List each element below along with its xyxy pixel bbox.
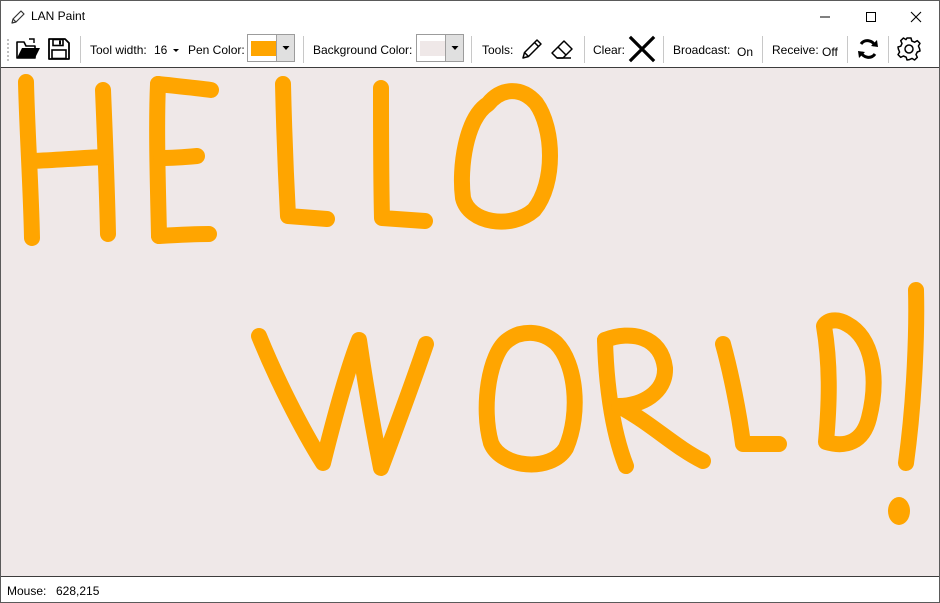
stroke-letter-o <box>453 83 558 230</box>
pencil-tool-button[interactable] <box>517 34 547 64</box>
stroke-exclamation <box>898 282 925 471</box>
refresh-button[interactable] <box>853 34 883 64</box>
stroke-letter-e <box>151 226 217 244</box>
receive-value: Off <box>822 44 838 59</box>
stroke-letter-e <box>150 76 219 98</box>
status-bar: Mouse: 628,215 <box>1 576 939 602</box>
mouse-label: Mouse: <box>7 584 47 598</box>
toolbar-separator <box>584 36 585 63</box>
toolbar-separator <box>847 36 848 63</box>
settings-button[interactable] <box>894 34 924 64</box>
stroke-letter-l <box>373 80 433 229</box>
pencil-app-icon <box>11 10 25 24</box>
maximize-icon <box>866 11 876 22</box>
background-color-swatch <box>420 41 446 56</box>
tool-width-value: 16 <box>154 42 168 57</box>
pen-color-dropdown-button[interactable] <box>276 35 294 61</box>
tool-width-dropdown[interactable]: 16 <box>154 32 181 67</box>
broadcast-value: On <box>737 44 754 59</box>
pen-color-swatch <box>251 41 277 56</box>
receive-label: Receive: <box>772 42 819 57</box>
drawing-canvas[interactable] <box>1 68 939 576</box>
open-button[interactable] <box>13 34 43 64</box>
pencil-icon <box>522 39 542 59</box>
toolbar-separator <box>80 36 81 63</box>
background-color-label: Background Color: <box>313 42 413 57</box>
stroke-exclamation-dot <box>888 497 910 525</box>
clear-label: Clear: <box>593 42 626 57</box>
save-icon <box>48 38 70 60</box>
clear-button[interactable] <box>627 34 657 64</box>
gear-icon <box>897 37 921 61</box>
x-icon <box>628 35 656 63</box>
stroke-letter-e <box>153 148 205 166</box>
eraser-tool-button[interactable] <box>547 34 577 64</box>
toolbar-grip[interactable] <box>7 38 9 62</box>
tools-label: Tools: <box>482 42 514 57</box>
chevron-down-icon <box>451 46 458 50</box>
minimize-icon <box>820 16 830 17</box>
stroke-letter-w <box>251 328 434 476</box>
minimize-button[interactable] <box>802 1 848 32</box>
title-bar: LAN Paint <box>1 1 939 32</box>
background-color-dropdown-button[interactable] <box>445 35 463 61</box>
pen-color-label: Pen Color: <box>188 42 245 57</box>
stroke-letter-o <box>478 324 583 473</box>
toolbar-separator <box>303 36 304 63</box>
pen-color-picker[interactable] <box>247 34 295 62</box>
caret-down-icon <box>173 48 180 52</box>
toolbar-separator <box>663 36 664 63</box>
background-color-picker[interactable] <box>416 34 464 62</box>
toolbar: Tool width: 16 Pen Color: Background Col… <box>1 32 939 68</box>
close-icon <box>910 11 922 22</box>
close-button[interactable] <box>893 1 939 32</box>
broadcast-label: Broadcast: <box>673 42 731 57</box>
canvas-drawing <box>18 74 925 525</box>
maximize-button[interactable] <box>848 1 894 32</box>
save-button[interactable] <box>44 34 74 64</box>
stroke-letter-h <box>25 149 113 169</box>
stroke-letter-d <box>816 312 882 453</box>
mouse-position: 628,215 <box>56 584 100 598</box>
toolbar-separator <box>471 36 472 63</box>
chevron-down-icon <box>282 46 289 50</box>
broadcast-toggle[interactable]: On <box>737 34 753 69</box>
refresh-icon <box>858 39 878 59</box>
window-title: LAN Paint <box>31 9 86 23</box>
toolbar-separator <box>762 36 763 63</box>
stroke-letter-l <box>715 336 787 452</box>
app-window: LAN Paint Tool width: 16 Pen Color: Back… <box>0 0 940 603</box>
toolbar-separator <box>888 36 889 63</box>
open-folder-icon <box>16 38 40 59</box>
tool-width-label: Tool width: <box>90 42 147 57</box>
receive-toggle[interactable]: Off <box>822 34 838 69</box>
stroke-letter-l <box>275 76 335 227</box>
eraser-icon <box>551 40 573 59</box>
